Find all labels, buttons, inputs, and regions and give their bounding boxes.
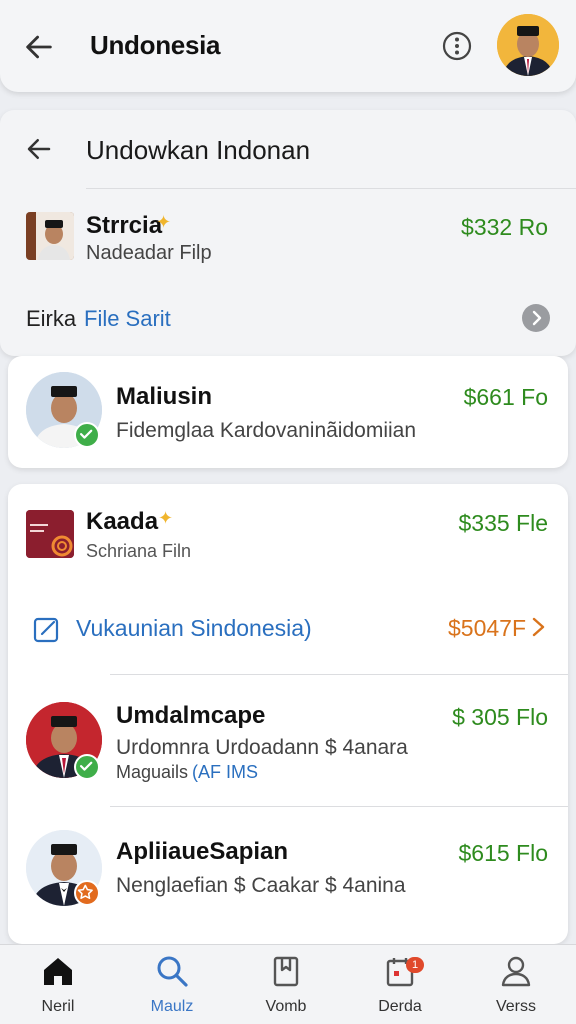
- person-icon: [501, 956, 531, 987]
- panel-item-subtitle: Nadeadar Filp: [86, 242, 212, 264]
- card2-item2-line2-prefix: Maguails: [116, 762, 189, 782]
- more-options-icon[interactable]: [440, 29, 474, 63]
- nav-calendar[interactable]: 1 Derda: [350, 953, 450, 1016]
- back-arrow-icon[interactable]: [22, 30, 56, 64]
- card1-price: $661 Fo: [463, 384, 548, 410]
- divider: [110, 674, 568, 675]
- card1-subtitle: Fidemglaa Kardovaninãidomiian: [116, 419, 417, 442]
- panel-footer-prefix: Eirka: [26, 306, 77, 331]
- profile-avatar[interactable]: [497, 14, 559, 76]
- panel-title: Undowkan Indonan: [86, 135, 311, 165]
- chevron-right-icon[interactable]: [528, 614, 550, 640]
- edit-icon[interactable]: [32, 614, 62, 644]
- panel-item-name[interactable]: Strrcia: [86, 212, 162, 240]
- card2-item2-line1: Urdomnra Urdoadann $ 4anara: [116, 736, 408, 759]
- sub-back-arrow-icon[interactable]: [24, 134, 54, 164]
- app-bar: Undonesia: [0, 0, 576, 92]
- card2-item3-price: $615 Flo: [458, 840, 548, 866]
- strrcia-logo: [26, 212, 74, 260]
- notification-badge: 1: [406, 957, 424, 973]
- nav-label: Derda: [378, 998, 422, 1015]
- nav-label: Maulz: [150, 998, 194, 1015]
- bookmark-icon: [273, 956, 299, 987]
- kaada-logo: [26, 510, 74, 558]
- verified-check-icon: [74, 422, 100, 448]
- card2-item2-price: $ 305 Flo: [452, 704, 548, 730]
- nav-profile[interactable]: Verss: [466, 953, 566, 1016]
- nav-home[interactable]: Neril: [8, 953, 108, 1016]
- chevron-right-icon[interactable]: [522, 304, 550, 332]
- file-sarit-link[interactable]: File Sarit: [84, 306, 171, 332]
- nav-bookmark[interactable]: Vomb: [236, 953, 336, 1016]
- nav-label: Vomb: [265, 998, 307, 1015]
- card2-item2-name[interactable]: Umdalmcape: [116, 702, 265, 730]
- home-icon: [44, 958, 72, 985]
- divider: [86, 188, 576, 189]
- card2-item3-name[interactable]: ApliiaueSapian: [116, 838, 288, 866]
- verified-check-icon: [74, 754, 100, 780]
- nav-label: Neril: [41, 998, 75, 1015]
- card2-item1-name[interactable]: Kaada: [86, 508, 158, 536]
- card1-name: Maliusin: [116, 383, 213, 410]
- nav-label: Verss: [495, 998, 536, 1015]
- card2-item2-line2-link[interactable]: (AF IMS: [192, 762, 258, 783]
- bottom-nav: Neril Maulz Vomb 1 Derda Verss: [0, 944, 576, 1024]
- card2-item1-price: $335 Fle: [458, 510, 548, 536]
- star-icon: ✦: [158, 508, 174, 528]
- search-icon: [157, 956, 188, 987]
- page-title: Undonesia: [90, 30, 221, 60]
- star-icon: ✦: [156, 212, 172, 232]
- card2-item1-subtitle: Schriana Filn: [86, 541, 192, 561]
- panel-item-price: $332 Ro: [461, 214, 548, 240]
- nav-search[interactable]: Maulz: [122, 953, 222, 1016]
- divider: [110, 806, 568, 807]
- card2-item3-subtitle: Nenglaefian $ Caakar $ 4anina: [116, 874, 406, 897]
- card2-link-price: $5047F: [447, 615, 526, 641]
- vukaunian-link[interactable]: Vukaunian Sindonesia): [76, 615, 312, 642]
- badge-star-icon: [74, 880, 100, 906]
